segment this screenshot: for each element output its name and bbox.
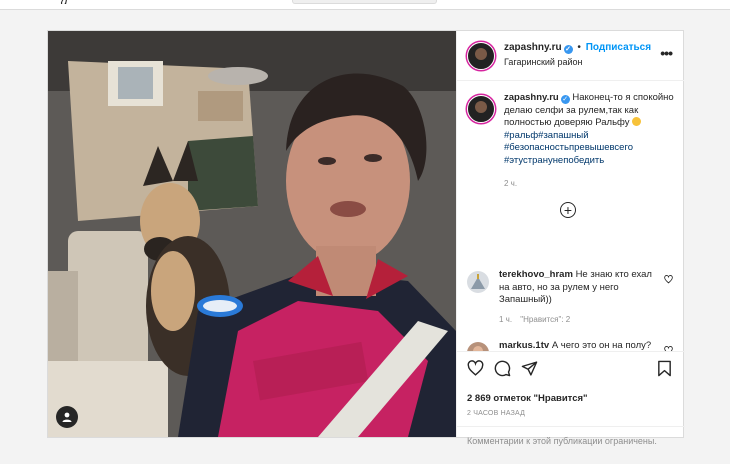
likes-count[interactable]: 2 869 отметок "Нравится" <box>467 393 588 404</box>
emoji-icon <box>632 117 642 126</box>
search-bar-fragment[interactable] <box>292 0 437 4</box>
comment-item: markus.1tv А чего это он на полу? <box>467 340 679 351</box>
author-avatar[interactable] <box>467 42 495 70</box>
commenter-avatar[interactable] <box>467 342 489 351</box>
caption-time[interactable]: 2 ч. <box>504 179 677 188</box>
comment-icon[interactable] <box>494 360 511 377</box>
instagram-logo-fragment[interactable]: g <box>60 0 90 4</box>
post-photo <box>48 31 456 437</box>
caption-username[interactable]: zapashny.ru <box>504 92 559 103</box>
verified-icon: ✓ <box>563 45 573 54</box>
load-more-comments-button[interactable]: + <box>560 202 576 218</box>
post-sidebar: zapashny.ru ✓ • Подписаться Гагаринский р… <box>456 31 685 446</box>
comments-restricted-note: Комментарии к этой публикации ограничены… <box>457 426 685 458</box>
comments-area[interactable]: zapashny.ru ✓ Наконец-то я спокойно делаю… <box>457 81 685 351</box>
author-line: zapashny.ru ✓ • Подписаться <box>504 42 651 54</box>
comment-username[interactable]: terekhovo_hram <box>499 269 573 280</box>
hashtag-link[interactable]: #ральф#запашный <box>504 130 589 141</box>
verified-icon: ✓ <box>560 95 570 104</box>
post-caption: zapashny.ru ✓ Наконец-то я спокойно делаю… <box>467 92 677 188</box>
post-timestamp[interactable]: 2 ЧАСОВ НАЗАД <box>467 410 525 417</box>
more-icon[interactable]: ••• <box>660 45 673 61</box>
bookmark-icon[interactable] <box>657 360 672 377</box>
follow-button[interactable]: Подписаться <box>586 42 651 53</box>
comment-item: terekhovo_hram Не знаю кто ехал на авто,… <box>467 269 679 324</box>
commenter-avatar[interactable] <box>467 271 489 293</box>
comment-text: А чего это он на полу? <box>551 340 652 351</box>
caption-avatar[interactable] <box>467 95 495 123</box>
share-icon[interactable] <box>521 360 538 377</box>
selfie-photo-illustration <box>48 31 456 437</box>
post-actions: 2 869 отметок "Нравится" 2 ЧАСОВ НАЗАД К… <box>457 351 685 446</box>
tag-user-icon <box>62 412 72 422</box>
comment-username[interactable]: markus.1tv <box>499 340 549 351</box>
separator-dot: • <box>577 42 581 53</box>
comment-likes[interactable]: "Нравится": 2 <box>520 315 570 324</box>
heart-icon[interactable] <box>664 275 673 284</box>
post-header: zapashny.ru ✓ • Подписаться Гагаринский р… <box>457 31 684 81</box>
tag-user-button[interactable] <box>56 406 78 428</box>
post-modal: zapashny.ru ✓ • Подписаться Гагаринский р… <box>47 30 685 446</box>
author-username[interactable]: zapashny.ru <box>504 42 562 53</box>
comment-time[interactable]: 1 ч. <box>499 315 512 324</box>
heart-icon[interactable] <box>467 360 484 377</box>
hashtag-link[interactable]: #этустранунепобедить <box>504 155 604 166</box>
location-link[interactable]: Гагаринский район <box>504 57 582 67</box>
hashtag-link[interactable]: #безопасностьпревышевсего <box>504 142 633 153</box>
top-nav-strip: g <box>0 0 730 10</box>
plus-circle-icon: + <box>563 202 573 218</box>
